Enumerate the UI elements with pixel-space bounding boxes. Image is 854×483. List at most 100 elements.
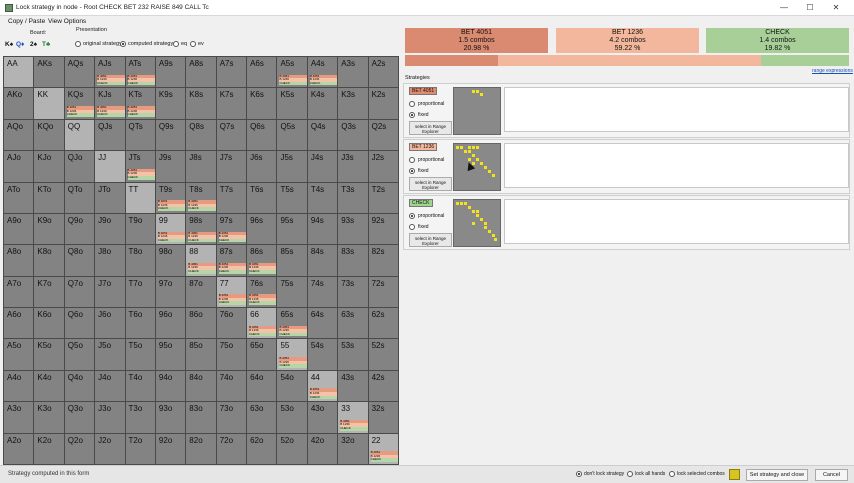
hand-cell-jts[interactable]: JTs B 4051 B 1236 CHECK <box>124 150 156 183</box>
hand-cell-75o[interactable]: 75o <box>215 338 248 371</box>
hand-cell-ako[interactable]: AKo <box>3 87 35 120</box>
hand-cell-94s[interactable]: 94s <box>306 212 339 246</box>
hand-cell-aqo[interactable]: AQo <box>3 118 35 152</box>
hand-cell-k5s[interactable]: K5s <box>276 87 308 120</box>
hand-cell-32o[interactable]: 32o <box>337 432 369 465</box>
hand-cell-42s[interactable]: 42s <box>367 369 399 403</box>
hand-cell-t5o[interactable]: T5o <box>124 338 156 371</box>
select-in-range-explorer-button[interactable]: select in Range Explorer <box>409 177 452 191</box>
hand-cell-a2s[interactable]: A2s <box>367 56 399 89</box>
hand-cell-aa[interactable]: AA <box>3 56 35 89</box>
hand-cell-83o[interactable]: 83o <box>185 401 217 434</box>
radio-dont-lock-strategy[interactable]: don't lock strategy <box>576 471 624 477</box>
hand-cell-j9o[interactable]: J9o <box>94 212 126 246</box>
hand-cell-94o[interactable]: 94o <box>154 369 187 403</box>
hand-cell-j6o[interactable]: J6o <box>94 307 126 340</box>
menu-copy-paste[interactable]: Copy / Paste <box>8 18 45 25</box>
hand-cell-j6s[interactable]: J6s <box>246 150 278 183</box>
hand-cell-q7s[interactable]: Q7s <box>215 118 248 152</box>
hand-cell-j2o[interactable]: J2o <box>94 432 126 465</box>
hand-cell-86s[interactable]: 86s B 4051 B 1236 CHECK <box>246 244 278 277</box>
hand-cell-a3s[interactable]: A3s <box>337 56 369 89</box>
hand-cell-j3o[interactable]: J3o <box>94 401 126 434</box>
hand-cell-k7s[interactable]: K7s <box>215 87 248 120</box>
hand-cell-j3s[interactable]: J3s <box>337 150 369 183</box>
hand-cell-k5o[interactable]: K5o <box>33 338 65 371</box>
radio-fixed[interactable]: fixed <box>409 168 429 174</box>
hand-cell-j8s[interactable]: J8s <box>185 150 217 183</box>
radio-lock-all-hands[interactable]: lock all hands <box>627 471 665 477</box>
hand-cell-65o[interactable]: 65o <box>246 338 278 371</box>
hand-cell-86o[interactable]: 86o <box>185 307 217 340</box>
hand-cell-93o[interactable]: 93o <box>154 401 187 434</box>
hand-cell-96s[interactable]: 96s <box>246 212 278 246</box>
hand-cell-96o[interactable]: 96o <box>154 307 187 340</box>
hand-cell-kts[interactable]: KTs B 4051 B 1236 CHECK <box>124 87 156 120</box>
radio-ev[interactable]: ev <box>190 41 204 47</box>
hand-cell-jto[interactable]: JTo <box>94 181 126 214</box>
hand-cell-tt[interactable]: TT <box>124 181 156 214</box>
hand-cell-k3o[interactable]: K3o <box>33 401 65 434</box>
hand-cell-76o[interactable]: 76o <box>215 307 248 340</box>
hand-cell-q9o[interactable]: Q9o <box>63 212 96 246</box>
hand-cell-ato[interactable]: ATo <box>3 181 35 214</box>
hand-cell-75s[interactable]: 75s <box>276 275 308 309</box>
hand-cell-64s[interactable]: 64s <box>306 307 339 340</box>
hand-cell-84s[interactable]: 84s <box>306 244 339 277</box>
select-in-range-explorer-button[interactable]: select in Range Explorer <box>409 233 452 247</box>
hand-cell-t8o[interactable]: T8o <box>124 244 156 277</box>
hand-cell-a9s[interactable]: A9s <box>154 56 187 89</box>
hand-cell-64o[interactable]: 64o <box>246 369 278 403</box>
minimize-icon[interactable]: — <box>774 2 794 14</box>
radio-fixed[interactable]: fixed <box>409 112 429 118</box>
hand-cell-74s[interactable]: 74s <box>306 275 339 309</box>
hand-cell-t3o[interactable]: T3o <box>124 401 156 434</box>
radio-eq[interactable]: eq <box>173 41 187 47</box>
hand-cell-t4o[interactable]: T4o <box>124 369 156 403</box>
select-in-range-explorer-button[interactable]: select in Range Explorer <box>409 121 452 135</box>
hand-cell-a6o[interactable]: A6o <box>3 307 35 340</box>
hand-cell-95o[interactable]: 95o <box>154 338 187 371</box>
hand-cell-qjo[interactable]: QJo <box>63 150 96 183</box>
hand-cell-k3s[interactable]: K3s <box>337 87 369 120</box>
hand-cell-a5s[interactable]: A5s B 4051 B 1236 CHECK <box>276 56 308 89</box>
hand-cell-k6s[interactable]: K6s <box>246 87 278 120</box>
hand-cell-66[interactable]: 66 B 4051 B 1236 CHECK <box>246 307 278 340</box>
hand-cell-q6s[interactable]: Q6s <box>246 118 278 152</box>
radio-original-strategy[interactable]: original strategy <box>75 41 122 47</box>
hand-cell-88[interactable]: 88 B 4051 B 1236 CHECK <box>185 244 217 277</box>
action-bet-4051-summary[interactable]: BET 4051 1.5 combos 20.98 % <box>405 28 548 53</box>
hand-cell-t8s[interactable]: T8s B 4051 B 1236 CHECK <box>185 181 217 214</box>
hand-cell-j7s[interactable]: J7s <box>215 150 248 183</box>
hand-cell-a6s[interactable]: A6s <box>246 56 278 89</box>
hand-cell-73s[interactable]: 73s <box>337 275 369 309</box>
hand-cell-65s[interactable]: 65s B 4051 B 1236 CHECK <box>276 307 308 340</box>
strategy-edit-box[interactable] <box>504 87 849 132</box>
hand-cell-ajs[interactable]: AJs B 4051 B 1236 CHECK <box>94 56 126 89</box>
hand-cell-55[interactable]: 55 B 4051 B 1236 CHECK <box>276 338 308 371</box>
hand-cell-kjo[interactable]: KJo <box>33 150 65 183</box>
cancel-button[interactable]: Cancel <box>815 469 848 481</box>
hand-cell-43s[interactable]: 43s <box>337 369 369 403</box>
set-strategy-and-close-button[interactable]: Set strategy and close <box>746 469 808 481</box>
hand-cell-j9s[interactable]: J9s <box>154 150 187 183</box>
hand-cell-72s[interactable]: 72s <box>367 275 399 309</box>
hand-cell-q4s[interactable]: Q4s <box>306 118 339 152</box>
hand-cell-32s[interactable]: 32s <box>367 401 399 434</box>
action-check-summary[interactable]: CHECK 1.4 combos 19.82 % <box>706 28 849 53</box>
lock-color-swatch[interactable] <box>729 469 740 480</box>
hand-cell-qto[interactable]: QTo <box>63 181 96 214</box>
hand-cell-t9s[interactable]: T9s B 4051 B 1236 CHECK <box>154 181 187 214</box>
hand-cell-aqs[interactable]: AQs <box>63 56 96 89</box>
hand-cell-53s[interactable]: 53s <box>337 338 369 371</box>
radio-proportional[interactable]: proportional <box>409 101 444 107</box>
hand-cell-77[interactable]: 77 B 4051 B 1236 CHECK <box>215 275 248 309</box>
hand-cell-62s[interactable]: 62s <box>367 307 399 340</box>
radio-fixed[interactable]: fixed <box>409 224 429 230</box>
hand-cell-t6o[interactable]: T6o <box>124 307 156 340</box>
hand-cell-kk[interactable]: KK <box>33 87 65 120</box>
hand-cell-63s[interactable]: 63s <box>337 307 369 340</box>
hand-cell-95s[interactable]: 95s <box>276 212 308 246</box>
strategy-edit-box[interactable] <box>504 199 849 244</box>
hand-cell-j4s[interactable]: J4s <box>306 150 339 183</box>
